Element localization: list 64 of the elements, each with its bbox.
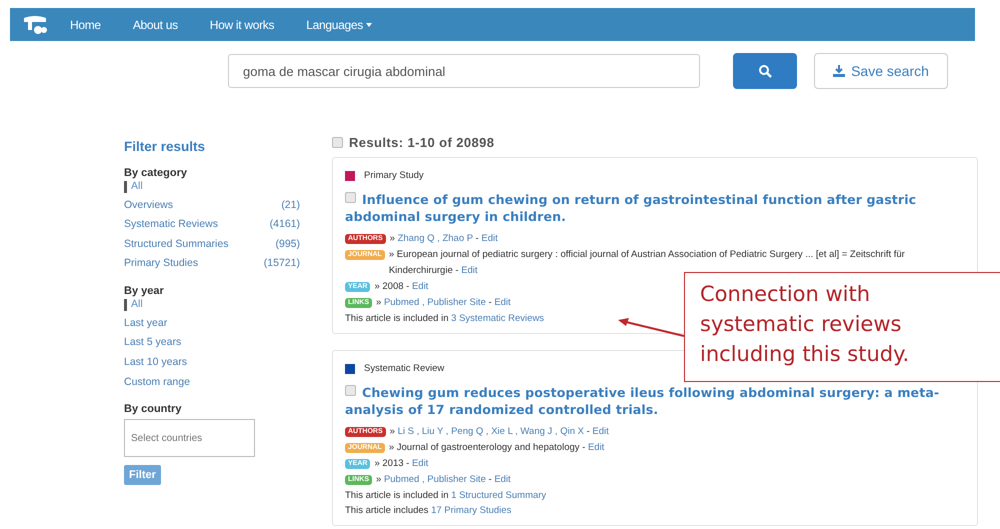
filter-count: (995) (275, 238, 300, 250)
meta-link[interactable]: Edit (588, 442, 604, 453)
meta-line: » Zhang Q , Zhao P - Edit (390, 232, 499, 246)
filter-button[interactable]: Filter (124, 465, 161, 486)
annotation-callout: Connection with systematic reviews including this study. (684, 272, 1000, 382)
country-field[interactable]: Select countries (124, 419, 255, 458)
category-label: Primary Study (364, 170, 424, 181)
filter-link[interactable]: Systematic Reviews (124, 218, 234, 232)
search-button[interactable] (733, 53, 797, 89)
sidebar-title: Filter results (124, 139, 206, 154)
caret-icon (366, 22, 372, 26)
filter-count: (15721) (264, 257, 300, 270)
filter-link[interactable]: All (124, 299, 241, 311)
checkbox[interactable] (332, 137, 343, 148)
checkbox[interactable] (345, 192, 356, 203)
meta-link[interactable]: Edit (494, 297, 511, 308)
meta-link[interactable]: Edit (494, 474, 511, 485)
filter-heading: By year (124, 285, 165, 298)
note-link[interactable]: 17 Primary Studies (431, 505, 512, 516)
filter-link[interactable]: All (124, 181, 241, 193)
meta-line: » Li S , Liu Y , Peng Q , Xie L , Wang J , Qin X - Edit (390, 425, 610, 439)
note-link[interactable]: 1 Structured Summary (451, 490, 546, 501)
annotation-arrow (618, 318, 684, 337)
download-icon (833, 65, 846, 77)
nav-link[interactable]: Home (70, 18, 101, 32)
filter-link[interactable]: Custom range (124, 376, 234, 390)
meta-link[interactable]: Edit (592, 426, 609, 437)
category-label: Systematic Review (364, 363, 444, 374)
nav-link[interactable]: About us (132, 18, 178, 32)
nav-link[interactable]: How it works (210, 18, 274, 32)
results-count: Results: 1-10 of 20898 (349, 135, 494, 150)
note-text: This article is included in (345, 490, 448, 501)
search-icon (758, 64, 772, 78)
filter-count: (4161) (270, 218, 300, 230)
logo-icon[interactable] (22, 14, 48, 36)
save-search-button[interactable]: Save search (814, 53, 948, 89)
article-title[interactable]: Chewing gum reduces postoperative ileus following abdominal surgery: a meta-analysis of 17 randomized controlled trials. (345, 384, 969, 418)
filter-link[interactable]: Last 10 years (124, 356, 234, 370)
meta-link[interactable]: Pubmed , Publisher Site (384, 297, 486, 308)
filter-link[interactable]: Primary Studies (124, 257, 234, 272)
filter-link[interactable]: Overviews (124, 198, 234, 212)
note-text: This article includes (345, 505, 428, 516)
filter-link[interactable]: Last year (124, 316, 234, 330)
note-link[interactable]: 3 Systematic Reviews (451, 313, 544, 324)
filter-link[interactable]: Structured Summaries (124, 238, 234, 252)
filter-heading: By category (124, 167, 188, 179)
meta-line: » Journal of gastroenterology and hepatology - Edit (388, 441, 606, 455)
note-text: This article is included in (345, 313, 448, 324)
meta-link[interactable]: Edit (461, 265, 478, 276)
meta-line: » Pubmed , Publisher Site - Edit (376, 473, 512, 487)
article-title[interactable]: Influence of gum chewing on return of gastrointestinal function after gastric abdominal surgery in children. (345, 191, 969, 225)
search-field[interactable]: goma de mascar cirugia abdominal (228, 54, 700, 88)
filter-count: (21) (281, 198, 300, 211)
filter-link[interactable]: Last 5 years (124, 336, 234, 350)
nav-link[interactable]: Languages (306, 18, 372, 32)
meta-link[interactable]: Edit (412, 458, 428, 469)
meta-link[interactable]: Edit (412, 281, 428, 292)
meta-link[interactable]: Edit (481, 233, 498, 244)
meta-link[interactable]: Pubmed , Publisher Site (384, 474, 486, 485)
meta-link[interactable]: Zhang Q , Zhao P (398, 233, 473, 244)
filter-heading: By country (124, 403, 182, 416)
checkbox[interactable] (345, 385, 356, 396)
meta-line: » 2013 - Edit (374, 457, 430, 471)
meta-link[interactable]: Li S , Liu Y , Peng Q , Xie L , Wang J , Qin X (398, 426, 584, 437)
